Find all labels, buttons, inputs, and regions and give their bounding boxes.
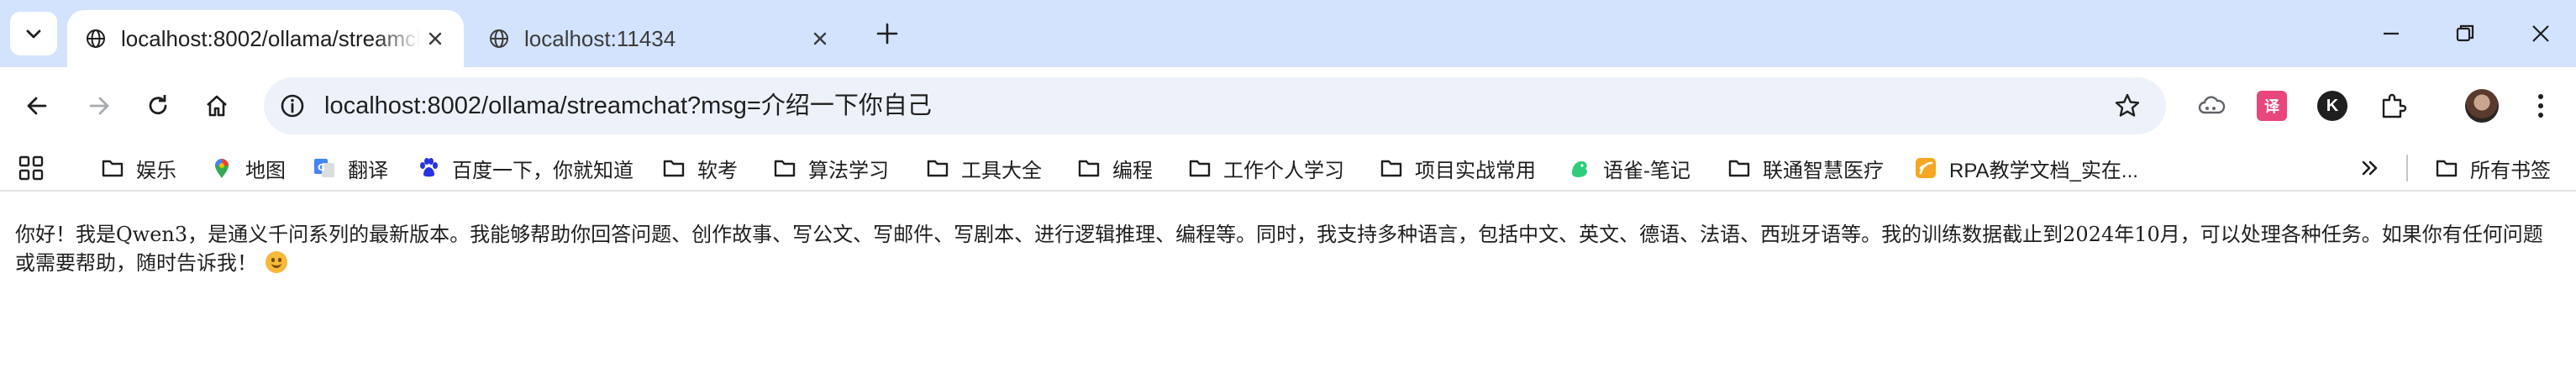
folder-icon [2436,160,2458,177]
more-vertical-icon [2538,94,2543,118]
bookmark-folder-ruankao[interactable]: 软考 [662,145,738,192]
baidu-paw-icon [420,158,438,177]
home-button[interactable] [198,87,235,124]
bookmark-label: 语雀-笔记 [1603,159,1690,182]
folder-icon [102,160,124,177]
bookmark-maps[interactable]: 地图 [210,145,286,192]
apps-button[interactable] [18,145,44,192]
bookmark-label: 工具大全 [961,159,1042,182]
back-button[interactable] [18,87,55,124]
reload-icon [149,95,167,115]
arrow-right-icon [89,97,109,115]
tab-title: localhost:8002/ollama/streamchat?msg=介绍一… [121,26,420,51]
profile-avatar[interactable] [2465,89,2499,123]
svg-text:G: G [318,162,325,173]
bookmark-label: 联通智慧医疗 [1763,159,1884,182]
globe-icon [490,29,508,48]
close-icon[interactable] [425,29,445,49]
new-tab-plus-icon[interactable] [875,22,899,45]
tab-strip: localhost:8002/ollama/streamchat?msg=介绍一… [0,0,2576,67]
bookmark-label: 工作个人学习 [1223,159,1344,182]
close-window-icon[interactable] [2529,22,2552,45]
tab-ollama[interactable]: localhost:11434 [471,10,849,67]
page-body: 你好！我是Qwen3，是通义千问系列的最新版本。我能够帮助你回答问题、创作故事、… [15,220,2561,277]
restore-icon[interactable] [2453,22,2477,45]
bookmark-label: 算法学习 [808,159,889,182]
all-bookmarks-button[interactable]: 所有书签 [2435,145,2551,192]
translate-extension-icon[interactable]: 译 [2257,91,2287,121]
google-maps-icon [215,159,229,178]
k-glyph: K [2326,96,2339,115]
cloud-icon [2198,96,2226,114]
bookmarks-bar: 娱乐 地图 G 翻译 百度一下，你就知道 软考 算法学习 工具大全 编程 工作个… [0,145,2576,192]
translate-glyph: 译 [2264,98,2279,115]
bookmark-label: 翻译 [348,159,388,182]
all-bookmarks-label: 所有书签 [2470,159,2551,182]
bookmark-folder-work-study[interactable]: 工作个人学习 [1188,145,1344,192]
bookmark-label: 百度一下，你就知道 [452,159,633,182]
address-url[interactable]: localhost:8002/ollama/streamchat?msg=介绍一… [324,77,932,134]
bookmark-label: 编程 [1112,159,1153,182]
bookmark-rpa-docs[interactable]: RPA教学文档_实在... [1914,145,2138,192]
rpa-orange-icon [1916,158,1936,178]
bookmark-label: 软考 [697,159,738,182]
folder-icon [1380,160,1402,177]
bookmark-baidu[interactable]: 百度一下，你就知道 [417,145,633,192]
puzzle-piece-icon [2382,93,2407,118]
folder-icon [774,160,796,177]
toolbar: localhost:8002/ollama/streamchat?msg=介绍一… [0,67,2576,145]
globe-icon [87,29,105,48]
bookmark-label: 项目实战常用 [1415,159,1536,182]
bookmarks-overflow-button[interactable] [2359,145,2381,192]
bookmark-folder-tools[interactable]: 工具大全 [926,145,1042,192]
extensions-button[interactable] [2378,91,2408,121]
bookmark-yuque[interactable]: 语雀-笔记 [1568,145,1690,192]
minimize-icon[interactable] [2379,22,2403,45]
site-info-icon[interactable] [279,92,306,119]
reload-button[interactable] [139,87,176,124]
bookmark-folder-projects[interactable]: 项目实战常用 [1380,145,1536,192]
k-extension-icon[interactable]: K [2317,91,2347,121]
bookmark-folder-yule[interactable]: 娱乐 [101,145,176,192]
folder-icon [1078,160,1100,177]
bookmarks-divider [2406,155,2408,181]
apps-grid-icon [18,155,44,181]
bookmark-translate[interactable]: G 翻译 [313,145,388,192]
cloud-extension-button[interactable] [2196,91,2226,121]
browser-menu-button[interactable] [2529,91,2552,121]
folder-icon [663,160,685,177]
tab-streamchat[interactable]: localhost:8002/ollama/streamchat?msg=介绍一… [67,10,464,67]
smiling-face-emoji-icon [265,251,287,273]
bookmark-label: RPA教学文档_实在... [1949,159,2138,182]
home-icon [207,95,227,117]
bookmark-label: 地图 [245,159,286,182]
tab-title: localhost:11434 [524,26,676,51]
tab-search-button[interactable] [10,12,57,55]
google-translate-icon: G [314,159,334,177]
bookmark-folder-unicom-medical[interactable]: 联通智慧医疗 [1727,145,1884,192]
bookmark-folder-algorithm[interactable]: 算法学习 [773,145,889,192]
chevron-down-icon [26,29,41,39]
stream-response-text: 你好！我是Qwen3，是通义千问系列的最新版本。我能够帮助你回答问题、创作故事、… [15,223,2543,275]
bookmark-folder-programming[interactable]: 编程 [1077,145,1153,192]
address-bar[interactable]: localhost:8002/ollama/streamchat?msg=介绍一… [264,77,2166,134]
arrow-left-icon [27,97,47,115]
double-chevron-right-icon [2362,160,2378,176]
close-icon[interactable] [810,29,830,49]
bookmark-label: 娱乐 [136,159,176,182]
folder-icon [1189,160,1211,177]
bookmark-star-icon[interactable] [2114,92,2141,119]
forward-button[interactable] [81,87,118,124]
folder-icon [1728,160,1750,177]
folder-icon [927,160,949,177]
yuque-bird-icon [1572,160,1587,177]
